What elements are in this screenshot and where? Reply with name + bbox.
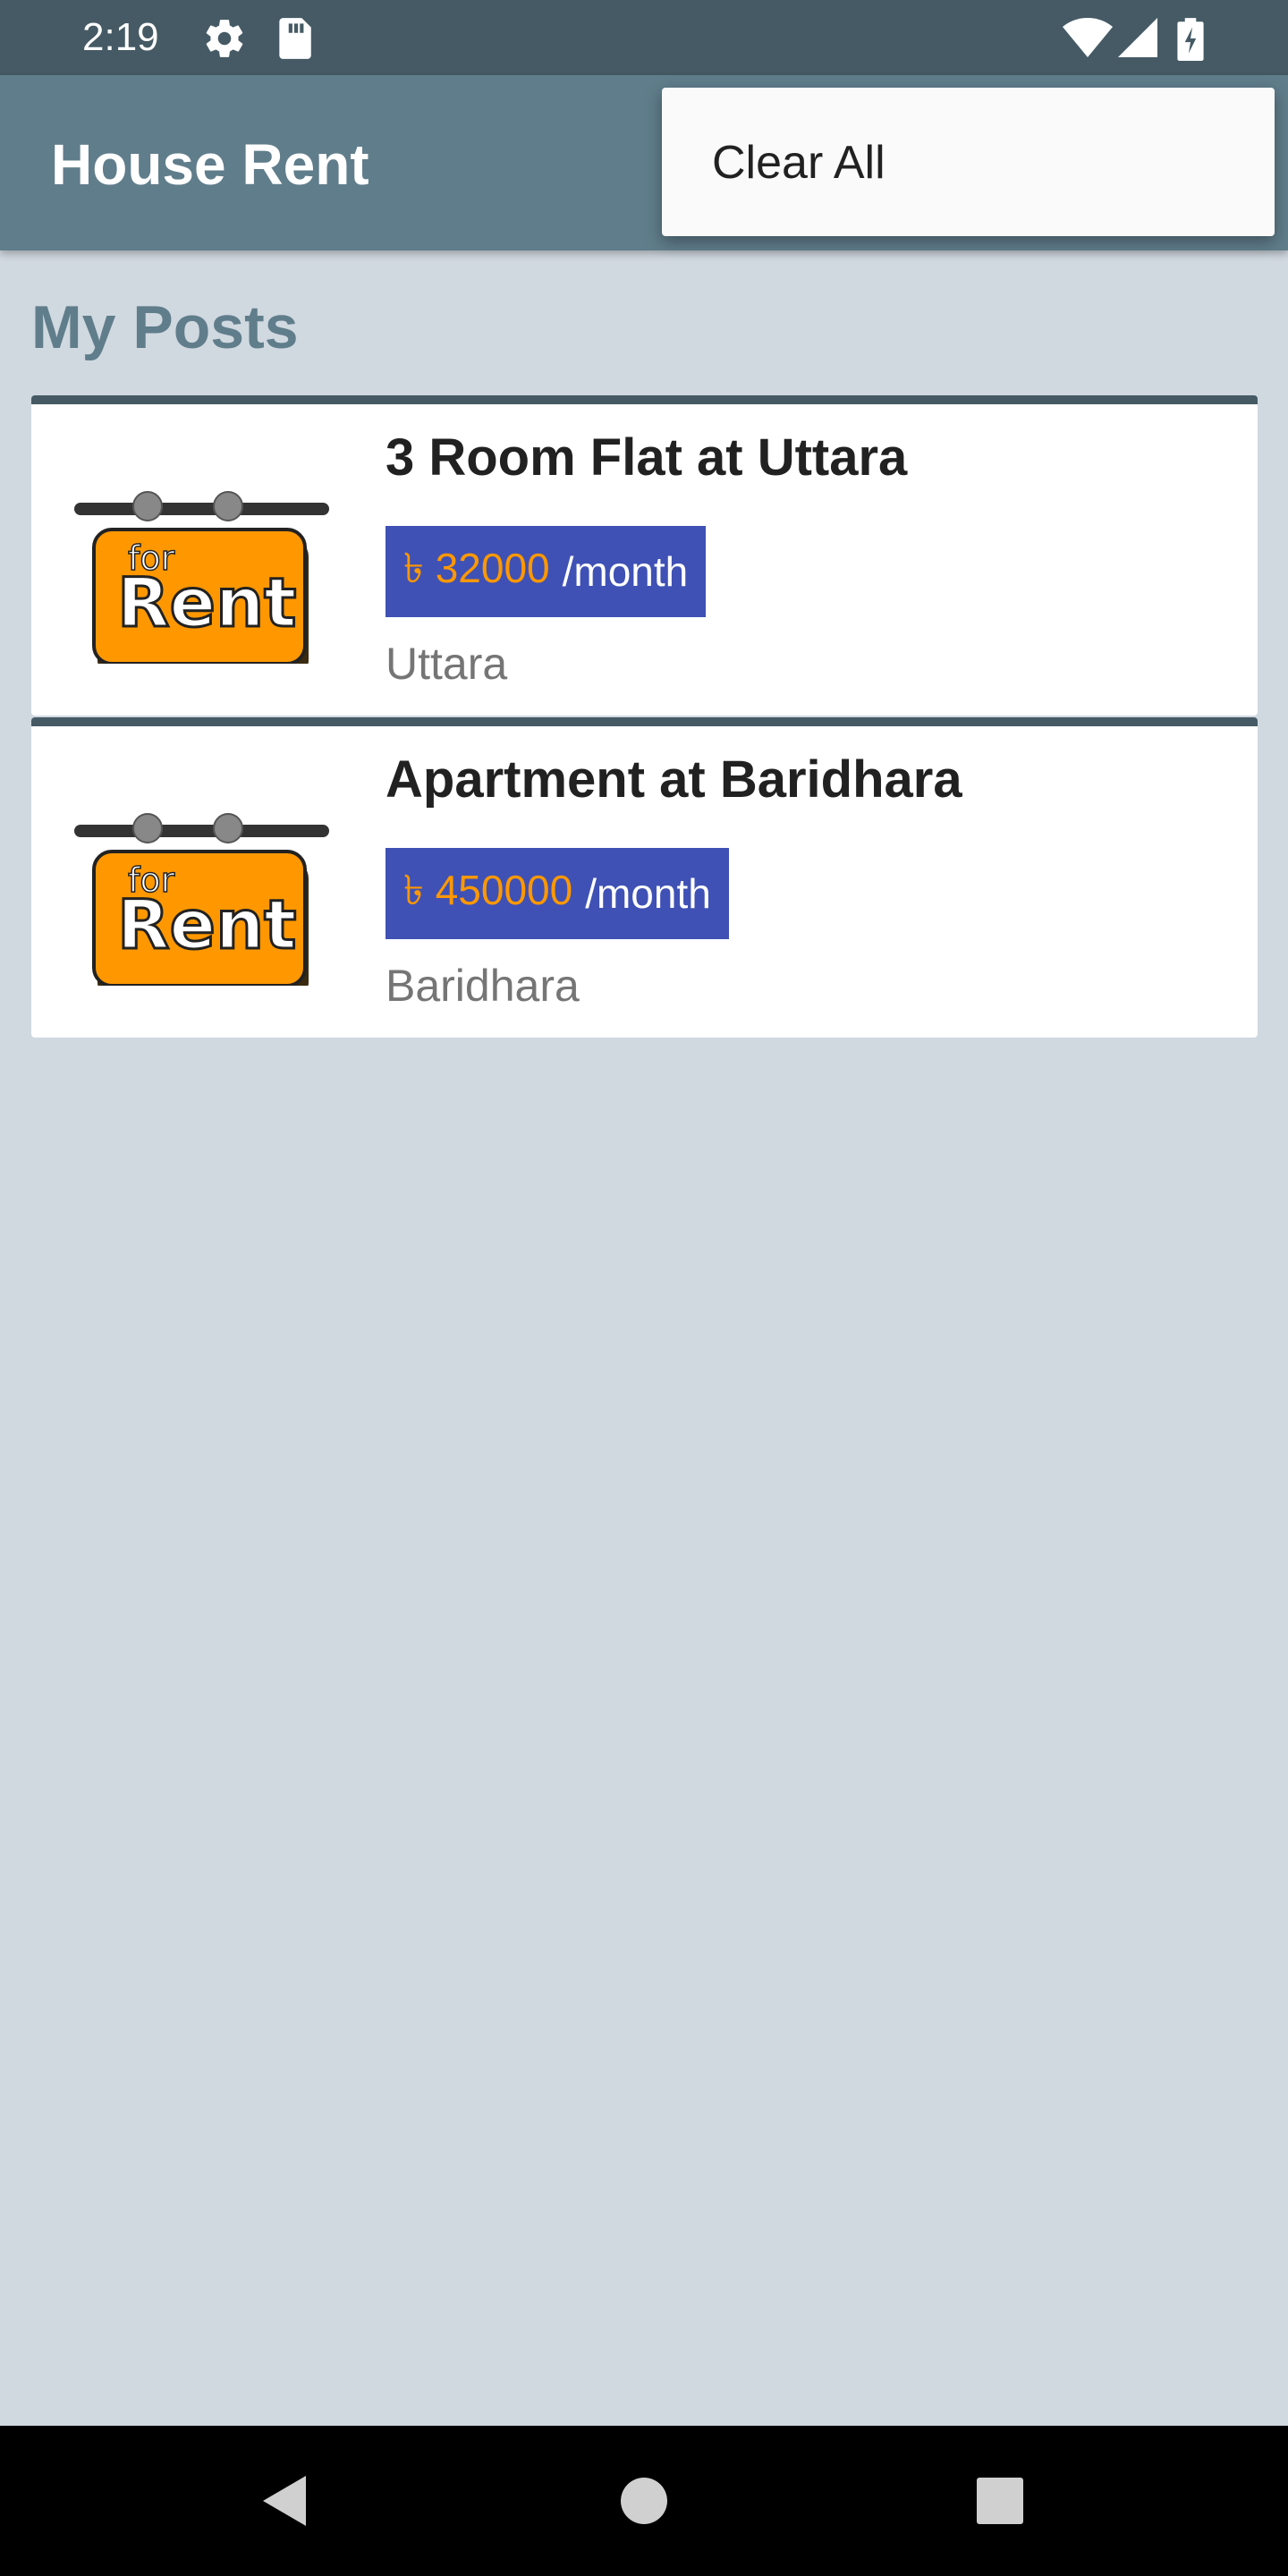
post-card[interactable]: for Rent Apartment at Baridhara ৳ 450000… bbox=[31, 717, 1258, 1038]
post-card[interactable]: for Rent 3 Room Flat at Uttara ৳ 32000 /… bbox=[31, 395, 1258, 716]
post-list: for Rent 3 Room Flat at Uttara ৳ 32000 /… bbox=[31, 395, 1258, 1039]
battery-charging-icon bbox=[1177, 18, 1204, 61]
status-bar: 2:19 bbox=[0, 0, 1288, 75]
back-icon[interactable] bbox=[249, 2465, 320, 2537]
sign-large-text: Rent bbox=[117, 563, 297, 642]
post-title: 3 Room Flat at Uttara bbox=[386, 428, 908, 487]
for-rent-sign-image: for Rent bbox=[74, 813, 329, 986]
overflow-menu: Clear All bbox=[662, 88, 1275, 236]
price-badge: ৳ 450000 /month bbox=[386, 848, 729, 939]
navigation-bar bbox=[0, 2426, 1288, 2576]
sign-large-text: Rent bbox=[117, 885, 297, 964]
price-value: ৳ 450000 bbox=[403, 867, 573, 913]
home-icon[interactable] bbox=[608, 2465, 680, 2537]
sd-card-icon bbox=[279, 18, 311, 59]
status-time: 2:19 bbox=[82, 15, 159, 59]
section-title: My Posts bbox=[31, 293, 299, 361]
menu-item-label: Clear All bbox=[712, 137, 886, 189]
menu-item-clear-all[interactable]: Clear All bbox=[662, 88, 1275, 236]
wifi-icon bbox=[1063, 18, 1113, 57]
price-badge: ৳ 32000 /month bbox=[386, 526, 707, 617]
signal-icon bbox=[1118, 18, 1157, 57]
price-value: ৳ 32000 bbox=[403, 545, 550, 591]
for-rent-sign-image: for Rent bbox=[74, 491, 329, 664]
app-title: House Rent bbox=[51, 132, 369, 197]
post-location: Baridhara bbox=[386, 961, 580, 1011]
post-title: Apartment at Baridhara bbox=[386, 750, 962, 809]
recents-icon[interactable] bbox=[964, 2465, 1036, 2537]
post-location: Uttara bbox=[386, 639, 508, 689]
gear-icon bbox=[206, 20, 243, 57]
price-unit: /month bbox=[562, 548, 689, 595]
price-unit: /month bbox=[585, 870, 711, 917]
